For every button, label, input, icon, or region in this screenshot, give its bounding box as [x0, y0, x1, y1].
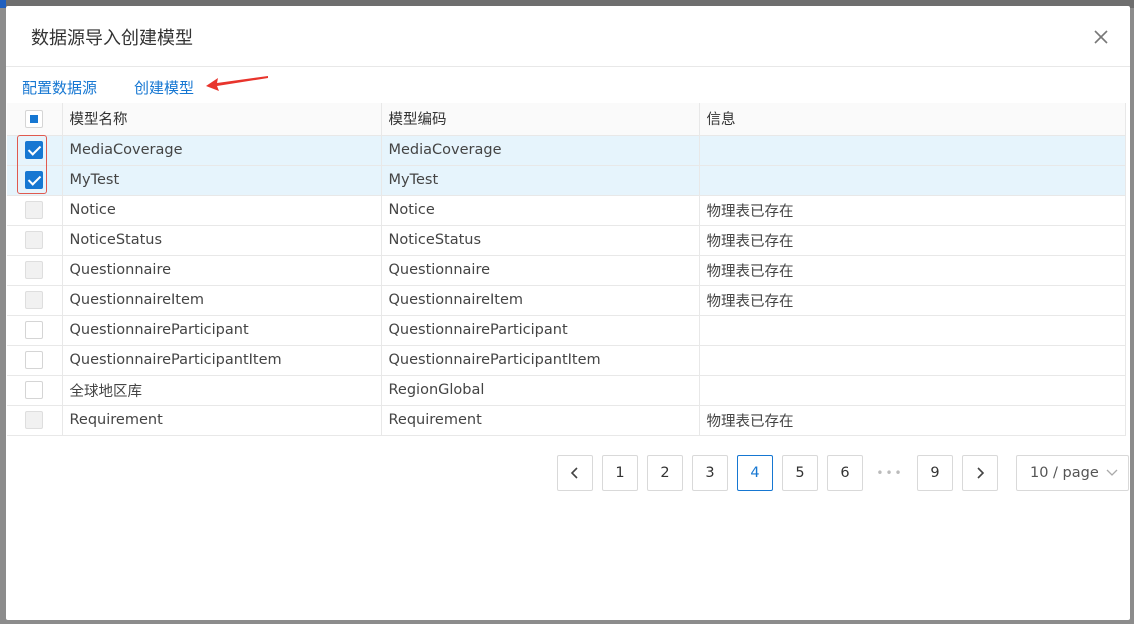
page-button[interactable]: 3 — [692, 455, 728, 491]
info-cell: 物理表已存在 — [699, 225, 1126, 256]
annotation-arrow-icon — [206, 76, 268, 91]
model-table: 模型名称 模型编码 信息 MediaCoverage MediaCoverage M… — [7, 103, 1126, 436]
chevron-left-icon — [570, 467, 578, 479]
table-row[interactable]: Notice Notice 物理表已存在 — [7, 195, 1126, 226]
model-code-cell: QuestionnaireItem — [381, 285, 700, 316]
chevron-right-icon — [977, 467, 985, 479]
row-checkbox[interactable] — [25, 171, 44, 189]
select-all-cell — [7, 103, 63, 136]
page-size-value: 10 / page — [1030, 465, 1099, 481]
info-cell: 物理表已存在 — [699, 255, 1126, 286]
page-button[interactable]: 2 — [647, 455, 683, 491]
table-row[interactable]: QuestionnaireParticipant QuestionnairePar… — [7, 315, 1126, 346]
info-cell — [699, 165, 1126, 196]
info-cell — [699, 345, 1126, 376]
model-name-cell: Questionnaire — [62, 255, 382, 286]
model-name-cell: 全球地区库 — [62, 375, 382, 406]
row-checkbox[interactable] — [25, 381, 44, 399]
dialog-title: 数据源导入创建模型 — [31, 28, 193, 49]
import-model-dialog: 数据源导入创建模型 配置数据源 创建模型 模型名称 模型编码 信息 MediaC… — [6, 6, 1130, 620]
model-name-cell: QuestionnaireParticipant — [62, 315, 382, 346]
row-checkbox[interactable] — [25, 141, 44, 159]
page-button[interactable]: 5 — [782, 455, 818, 491]
model-code-cell: MyTest — [381, 165, 700, 196]
table-row[interactable]: 全球地区库 RegionGlobal — [7, 375, 1126, 406]
model-name-cell: MyTest — [62, 165, 382, 196]
row-checkbox — [25, 201, 44, 219]
model-name-cell: Notice — [62, 195, 382, 226]
row-select-cell — [7, 195, 63, 226]
row-select-cell — [7, 255, 63, 286]
row-select-cell — [7, 405, 63, 436]
configure-datasource-link[interactable]: 配置数据源 — [22, 77, 97, 98]
model-name-cell: QuestionnaireParticipantItem — [62, 345, 382, 376]
row-checkbox[interactable] — [25, 351, 44, 369]
create-model-link[interactable]: 创建模型 — [134, 77, 194, 98]
column-header-info[interactable]: 信息 — [699, 103, 1126, 136]
model-code-cell: QuestionnaireParticipant — [381, 315, 700, 346]
row-checkbox — [25, 231, 44, 249]
row-select-cell — [7, 135, 63, 166]
model-name-cell: NoticeStatus — [62, 225, 382, 256]
table-row[interactable]: QuestionnaireItem QuestionnaireItem 物理表已存在 — [7, 285, 1126, 316]
row-select-cell — [7, 225, 63, 256]
page-button[interactable]: 9 — [917, 455, 953, 491]
column-header-code[interactable]: 模型编码 — [381, 103, 700, 136]
table-row[interactable]: Questionnaire Questionnaire 物理表已存在 — [7, 255, 1126, 286]
row-select-cell — [7, 315, 63, 346]
row-checkbox — [25, 261, 44, 279]
page-button[interactable]: 1 — [602, 455, 638, 491]
prev-page-button[interactable] — [557, 455, 593, 491]
model-code-cell: MediaCoverage — [381, 135, 700, 166]
model-code-cell: Questionnaire — [381, 255, 700, 286]
model-name-cell: MediaCoverage — [62, 135, 382, 166]
model-code-cell: RegionGlobal — [381, 375, 700, 406]
model-name-cell: QuestionnaireItem — [62, 285, 382, 316]
model-code-cell: NoticeStatus — [381, 225, 700, 256]
next-page-button[interactable] — [962, 455, 998, 491]
row-checkbox — [25, 411, 44, 429]
page-button[interactable]: 4 — [737, 455, 773, 491]
table-row[interactable]: MediaCoverage MediaCoverage — [7, 135, 1126, 166]
model-code-cell: QuestionnaireParticipantItem — [381, 345, 700, 376]
page-jump-ellipsis[interactable]: ••• — [872, 455, 908, 491]
info-cell — [699, 315, 1126, 346]
row-select-cell — [7, 285, 63, 316]
row-select-cell — [7, 375, 63, 406]
row-select-cell — [7, 165, 63, 196]
page-size-select[interactable]: 10 / page — [1016, 455, 1129, 491]
table-header-row: 模型名称 模型编码 信息 — [7, 103, 1126, 136]
model-code-cell: Requirement — [381, 405, 700, 436]
info-cell — [699, 135, 1126, 166]
dialog-header: 数据源导入创建模型 — [6, 6, 1130, 67]
info-cell — [699, 375, 1126, 406]
close-icon[interactable] — [1086, 22, 1116, 52]
info-cell: 物理表已存在 — [699, 195, 1126, 226]
row-checkbox[interactable] — [25, 321, 44, 339]
page-button[interactable]: 6 — [827, 455, 863, 491]
model-name-cell: Requirement — [62, 405, 382, 436]
column-header-name[interactable]: 模型名称 — [62, 103, 382, 136]
select-all-checkbox[interactable] — [25, 109, 44, 128]
table-row[interactable]: Requirement Requirement 物理表已存在 — [7, 405, 1126, 436]
info-cell: 物理表已存在 — [699, 285, 1126, 316]
table-row[interactable]: QuestionnaireParticipantItem Questionnair… — [7, 345, 1126, 376]
model-code-cell: Notice — [381, 195, 700, 226]
info-cell: 物理表已存在 — [699, 405, 1126, 436]
row-select-cell — [7, 345, 63, 376]
chevron-down-icon — [1106, 469, 1118, 476]
table-row[interactable]: MyTest MyTest — [7, 165, 1126, 196]
table-row[interactable]: NoticeStatus NoticeStatus 物理表已存在 — [7, 225, 1126, 256]
row-checkbox — [25, 291, 44, 309]
